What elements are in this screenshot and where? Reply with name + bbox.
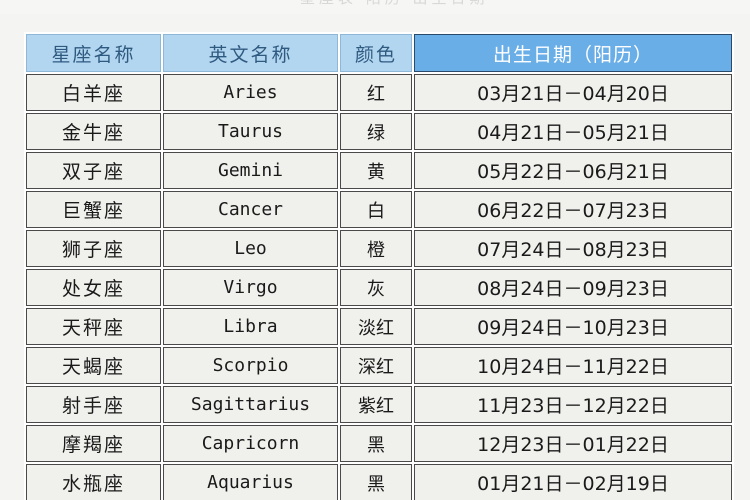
- header-color: 颜色: [340, 34, 412, 72]
- table-row: 巨蟹座 Cancer 白 06月22日－07月23日: [26, 191, 732, 228]
- cell-zodiac-name: 天秤座: [26, 308, 161, 345]
- cut-off-caption-strip: 星座表 阳历 出生日期: [0, 0, 750, 14]
- table-row: 狮子座 Leo 橙 07月24日－08月23日: [26, 230, 732, 267]
- cell-zodiac-name: 金牛座: [26, 113, 161, 150]
- header-zodiac-name: 星座名称: [26, 34, 161, 72]
- cell-zodiac-name: 巨蟹座: [26, 191, 161, 228]
- cell-color: 深红: [340, 347, 412, 384]
- table-header-row: 星座名称 英文名称 颜色 出生日期（阳历）: [26, 34, 732, 72]
- cell-english-name: Virgo: [163, 269, 338, 306]
- cell-birth-date: 01月21日－02月19日: [414, 464, 732, 500]
- cell-zodiac-name: 白羊座: [26, 74, 161, 111]
- cell-color: 黑: [340, 464, 412, 500]
- cell-birth-date: 11月23日－12月22日: [414, 386, 732, 423]
- table-row: 白羊座 Aries 红 03月21日－04月20日: [26, 74, 732, 111]
- cell-color: 灰: [340, 269, 412, 306]
- cell-zodiac-name: 狮子座: [26, 230, 161, 267]
- cell-english-name: Aries: [163, 74, 338, 111]
- cell-birth-date: 06月22日－07月23日: [414, 191, 732, 228]
- cell-english-name: Cancer: [163, 191, 338, 228]
- cell-zodiac-name: 双子座: [26, 152, 161, 189]
- cell-color: 绿: [340, 113, 412, 150]
- cell-color: 白: [340, 191, 412, 228]
- cell-color: 淡红: [340, 308, 412, 345]
- cell-birth-date: 10月24日－11月22日: [414, 347, 732, 384]
- table-row: 摩羯座 Capricorn 黑 12月23日－01月22日: [26, 425, 732, 462]
- table-row: 双子座 Gemini 黄 05月22日－06月21日: [26, 152, 732, 189]
- cell-birth-date: 04月21日－05月21日: [414, 113, 732, 150]
- cell-zodiac-name: 摩羯座: [26, 425, 161, 462]
- cell-color: 红: [340, 74, 412, 111]
- cell-zodiac-name: 水瓶座: [26, 464, 161, 500]
- cell-birth-date: 08月24日－09月23日: [414, 269, 732, 306]
- table-row: 水瓶座 Aquarius 黑 01月21日－02月19日: [26, 464, 732, 500]
- cell-english-name: Libra: [163, 308, 338, 345]
- table-row: 射手座 Sagittarius 紫红 11月23日－12月22日: [26, 386, 732, 423]
- cell-color: 黑: [340, 425, 412, 462]
- table-row: 处女座 Virgo 灰 08月24日－09月23日: [26, 269, 732, 306]
- cell-birth-date: 05月22日－06月21日: [414, 152, 732, 189]
- cell-english-name: Capricorn: [163, 425, 338, 462]
- zodiac-table-container: 星座名称 英文名称 颜色 出生日期（阳历） 白羊座 Aries 红 03月21日－04…: [24, 32, 734, 500]
- cell-color: 黄: [340, 152, 412, 189]
- table-row: 金牛座 Taurus 绿 04月21日－05月21日: [26, 113, 732, 150]
- table-row: 天秤座 Libra 淡红 09月24日－10月23日: [26, 308, 732, 345]
- cell-birth-date: 07月24日－08月23日: [414, 230, 732, 267]
- cell-english-name: Gemini: [163, 152, 338, 189]
- cell-birth-date: 09月24日－10月23日: [414, 308, 732, 345]
- cell-birth-date: 03月21日－04月20日: [414, 74, 732, 111]
- page-root: 星座表 阳历 出生日期 星座名称 英文名称 颜色 出生日期（阳历） 白羊座Ari…: [0, 0, 750, 500]
- cell-english-name: Sagittarius: [163, 386, 338, 423]
- cell-birth-date: 12月23日－01月22日: [414, 425, 732, 462]
- cell-zodiac-name: 射手座: [26, 386, 161, 423]
- cell-english-name: Leo: [163, 230, 338, 267]
- cell-color: 紫红: [340, 386, 412, 423]
- table-row: 天蝎座 Scorpio 深红 10月24日－11月22日: [26, 347, 732, 384]
- cell-english-name: Aquarius: [163, 464, 338, 500]
- cut-off-caption-text: 星座表 阳历 出生日期: [300, 0, 489, 8]
- cell-english-name: Scorpio: [163, 347, 338, 384]
- cell-zodiac-name: 处女座: [26, 269, 161, 306]
- table-body: 白羊座 Aries 红 03月21日－04月20日 金牛座 Taurus 绿 04月21日－0…: [26, 74, 732, 500]
- cell-english-name: Taurus: [163, 113, 338, 150]
- header-birth-date: 出生日期（阳历）: [414, 34, 732, 72]
- zodiac-table: 星座名称 英文名称 颜色 出生日期（阳历） 白羊座 Aries 红 03月21日－04…: [24, 32, 734, 500]
- header-english-name: 英文名称: [163, 34, 338, 72]
- cell-color: 橙: [340, 230, 412, 267]
- cell-zodiac-name: 天蝎座: [26, 347, 161, 384]
